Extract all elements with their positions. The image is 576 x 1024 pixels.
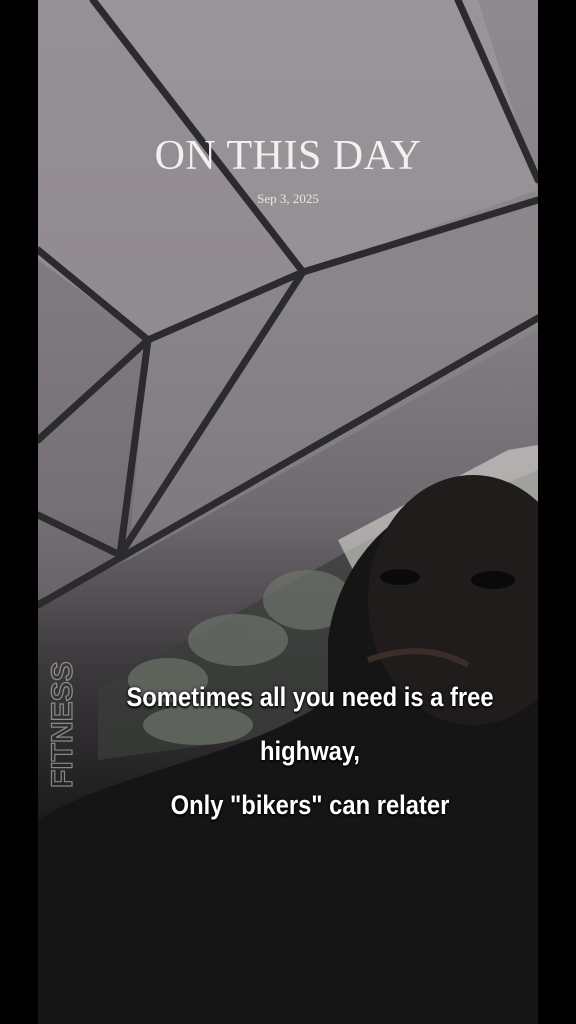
story-caption: Sometimes all you need is a free highway… (90, 670, 530, 832)
story-frame: ON THIS DAY Sep 3, 2025 FITNESS Sometime… (0, 0, 576, 1024)
fitness-watermark-logo: FITNESS (45, 661, 79, 789)
on-this-day-title: ON THIS DAY (154, 133, 422, 179)
memory-date: Sep 3, 2025 (257, 191, 319, 206)
svg-text:FITNESS: FITNESS (46, 661, 79, 788)
caption-line: highway, (260, 736, 360, 766)
caption-line: Sometimes all you need is a free (126, 682, 494, 712)
caption-line: Only "bikers" can relater (170, 790, 450, 820)
